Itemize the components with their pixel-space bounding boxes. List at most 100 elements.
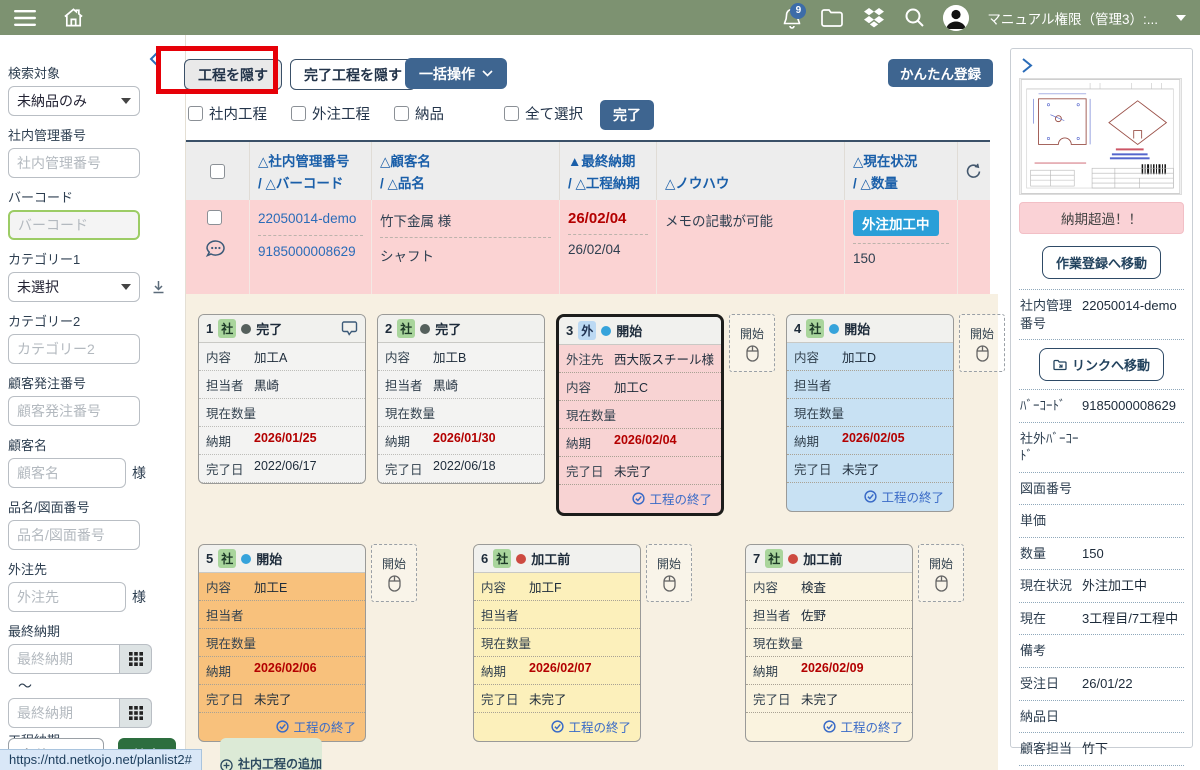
end-process-link[interactable]: 工程の終了	[474, 713, 640, 741]
mgmt-number-input[interactable]	[8, 148, 140, 178]
row-checkbox[interactable]	[207, 210, 222, 225]
row-mgmt-number-link[interactable]: 22050014-demo	[258, 210, 363, 228]
hide-process-button[interactable]: 工程を隠す	[184, 59, 282, 90]
order-table: △社内管理番号/ △バーコード △顧客名/ △品名 ▲最終納期/ △工程納期 △…	[186, 140, 990, 303]
mouse-icon	[976, 345, 989, 362]
start-process-button[interactable]: 開始	[918, 544, 964, 602]
internal-badge: 社	[218, 319, 236, 338]
header-checkbox[interactable]	[210, 164, 225, 179]
expand-categories-icon[interactable]	[152, 280, 165, 294]
status-dot	[241, 554, 251, 564]
check-circle-icon	[632, 492, 645, 505]
process-card-5[interactable]: 5社開始 内容加工E 担当者 現在数量 納期2026/02/06 完了日未完了 …	[198, 544, 366, 742]
end-process-link[interactable]: 工程の終了	[199, 713, 365, 741]
internal-badge: 社	[397, 319, 415, 338]
status-dot	[241, 324, 251, 334]
current-status-label: 現在状況	[1020, 577, 1082, 595]
barcode-input[interactable]	[8, 210, 140, 240]
table-row[interactable]: 22050014-demo 9185000008629 竹下金属 様 シャフト …	[186, 200, 990, 303]
vendor-input[interactable]	[8, 582, 126, 612]
hide-completed-button[interactable]: 完了工程を隠す	[290, 59, 416, 90]
collapse-sidebar-icon[interactable]	[148, 49, 162, 69]
process-card-group: 4社開始 内容加工D 担当者 現在数量 納期2026/02/05 完了日未完了 …	[786, 314, 1005, 512]
search-icon[interactable]	[904, 7, 925, 28]
easy-register-button[interactable]: かんたん登録	[888, 59, 993, 87]
end-process-link[interactable]: 工程の終了	[746, 713, 912, 741]
notification-count-badge: 9	[790, 3, 806, 19]
row-qty: 150	[853, 251, 949, 266]
category2-input[interactable]	[8, 334, 140, 364]
row-barcode-link[interactable]: 9185000008629	[258, 243, 363, 261]
sort-customer[interactable]: △顧客名	[380, 150, 551, 170]
progress-label: 現在	[1020, 610, 1082, 628]
final-due-from-input[interactable]	[8, 644, 120, 674]
table-header: △社内管理番号/ △バーコード △顧客名/ △品名 ▲最終納期/ △工程納期 △…	[186, 142, 990, 200]
row-status-badge: 外注加工中	[853, 210, 939, 236]
search-sidebar: 検索対象 未納品のみ 社内管理番号 バーコード カテゴリー1 未選択	[0, 35, 186, 770]
calendar-icon[interactable]	[120, 644, 152, 674]
unit-price-label: 単価	[1020, 512, 1082, 530]
dropbox-icon[interactable]	[862, 7, 886, 29]
chevron-down-icon	[482, 70, 493, 77]
bulk-actions-button[interactable]: 一括操作	[405, 58, 507, 89]
user-avatar[interactable]	[943, 5, 969, 31]
process-card-7[interactable]: 7社加工前 内容検査 担当者佐野 現在数量 納期2026/02/09 完了日未完…	[745, 544, 913, 742]
start-process-button[interactable]: 開始	[371, 544, 417, 602]
barcode-value: 9185000008629	[1082, 397, 1176, 415]
check-circle-icon	[864, 490, 877, 503]
search-target-select[interactable]: 未納品のみ	[8, 86, 140, 116]
range-tilde: ～	[18, 676, 175, 696]
process-card-6[interactable]: 6社加工前 内容加工F 担当者 現在数量 納期2026/02/07 完了日未完了…	[473, 544, 641, 742]
start-process-button[interactable]: 開始	[729, 314, 775, 372]
process-card-2[interactable]: 2社完了 内容加工B 担当者黒崎 現在数量 納期2026/01/30 完了日20…	[377, 314, 545, 484]
add-internal-process-button[interactable]: 社内工程の追加	[220, 738, 322, 770]
sort-qty[interactable]: / △数量	[853, 172, 949, 192]
sort-status[interactable]: △現在状況	[853, 150, 949, 170]
go-to-work-register-button[interactable]: 作業登録へ移動	[1042, 246, 1161, 279]
internal-process-checkbox[interactable]: 社内工程	[188, 103, 267, 124]
start-process-button[interactable]: 開始	[959, 314, 1005, 372]
category1-select[interactable]: 未選択	[8, 272, 140, 302]
end-process-link[interactable]: 工程の終了	[559, 485, 721, 513]
final-due-to-input[interactable]	[8, 698, 120, 728]
complete-button[interactable]: 完了	[600, 100, 654, 130]
collapse-panel-icon[interactable]	[1021, 57, 1033, 74]
process-card-1[interactable]: 1社完了 内容加工A 担当者黒崎 現在数量 納期2026/01/25 完了日20…	[198, 314, 366, 484]
sort-barcode[interactable]: / △バーコード	[258, 172, 363, 192]
sama-suffix: 様	[132, 587, 146, 607]
select-all-checkbox[interactable]: 全て選択	[504, 103, 583, 124]
folder-icon[interactable]	[820, 8, 844, 28]
go-to-link-button[interactable]: リンクへ移動	[1039, 348, 1164, 381]
home-icon[interactable]	[62, 7, 85, 28]
card-comment-icon[interactable]	[341, 321, 358, 336]
sort-final-due[interactable]: ▲最終納期	[568, 150, 648, 170]
hamburger-menu-icon[interactable]	[14, 9, 36, 27]
plus-circle-icon	[220, 759, 233, 770]
delivery-checkbox[interactable]: 納品	[394, 103, 444, 124]
drawing-thumbnail[interactable]	[1019, 78, 1182, 195]
refresh-icon[interactable]	[958, 142, 990, 200]
customer-name-input[interactable]	[8, 458, 126, 488]
item-name-input[interactable]	[8, 520, 140, 550]
memo-chat-icon[interactable]	[205, 239, 230, 261]
folder-link-icon	[1053, 359, 1067, 371]
sort-process-due[interactable]: / △工程納期	[568, 172, 648, 192]
sort-mgmt-number[interactable]: △社内管理番号	[258, 150, 363, 170]
process-card-4[interactable]: 4社開始 内容加工D 担当者 現在数量 納期2026/02/05 完了日未完了 …	[786, 314, 954, 512]
calendar-icon[interactable]	[120, 698, 152, 728]
start-process-button[interactable]: 開始	[646, 544, 692, 602]
end-process-link[interactable]: 工程の終了	[787, 483, 953, 511]
external-process-checkbox[interactable]: 外注工程	[291, 103, 370, 124]
sort-knowhow[interactable]: △ノウハウ	[665, 172, 836, 192]
customer-order-label: 顧客発注番号	[8, 373, 175, 392]
account-dropdown-caret-icon[interactable]	[1176, 15, 1186, 21]
notifications-bell-icon[interactable]: 9	[782, 7, 802, 29]
internal-badge: 社	[806, 319, 824, 338]
process-card-group: 2社完了 内容加工B 担当者黒崎 現在数量 納期2026/01/30 完了日20…	[377, 314, 545, 484]
process-cards-region: 1社完了 内容加工A 担当者黒崎 現在数量 納期2026/01/25 完了日20…	[186, 294, 998, 770]
process-card-3[interactable]: 3外開始 外注先西大阪スチール様 内容加工C 現在数量 納期2026/02/04…	[556, 314, 724, 516]
process-card-group: 6社加工前 内容加工F 担当者 現在数量 納期2026/02/07 完了日未完了…	[473, 544, 692, 742]
customer-order-input[interactable]	[8, 396, 140, 426]
sort-item[interactable]: / △品名	[380, 172, 551, 192]
category2-label: カテゴリー2	[8, 311, 175, 330]
